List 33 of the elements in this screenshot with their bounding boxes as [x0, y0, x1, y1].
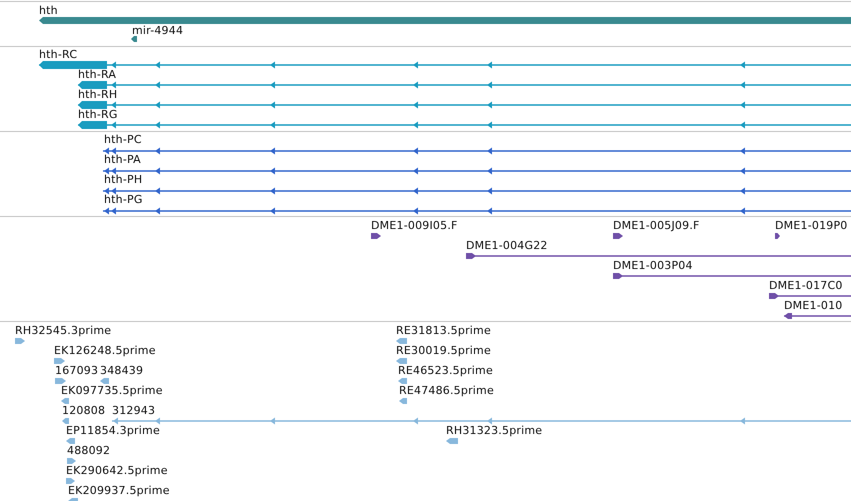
- feature-label: EK290642.5prime: [66, 464, 168, 477]
- feature-label: DME1-019P0: [775, 219, 848, 232]
- feature-label: hth-RG: [78, 108, 118, 121]
- feature-label: RE31813.5prime: [396, 324, 491, 337]
- feature-label: DME1-010: [784, 299, 842, 312]
- feature-label: DME1-017C0: [769, 279, 843, 292]
- feature-label: 167093: [55, 364, 98, 377]
- feature-label: hth-PA: [104, 153, 141, 166]
- feature-label: hth: [39, 4, 58, 17]
- feature-label: DME1-005J09.F: [613, 219, 700, 232]
- feature-label: hth-PG: [104, 193, 143, 206]
- feature-label: hth-RA: [78, 68, 116, 81]
- feature-label: hth-PC: [104, 133, 142, 146]
- feature-label: RE47486.5prime: [399, 384, 494, 397]
- feature-label: hth-RC: [39, 48, 78, 61]
- feature-label: EK209937.5prime: [68, 484, 170, 497]
- feature-label: EP11854.3prime: [66, 424, 160, 437]
- feature-label: RE46523.5prime: [398, 364, 493, 377]
- feature-label: hth-PH: [104, 173, 142, 186]
- feature-label: mir-4944: [132, 24, 184, 37]
- feature-label: RH32545.3prime: [15, 324, 112, 337]
- feature-label: 120808: [62, 404, 106, 417]
- feature-label: RE30019.5prime: [396, 344, 491, 357]
- feature-label: 488092: [67, 444, 110, 457]
- feature-label: EK126248.5prime: [54, 344, 156, 357]
- feature-label: RH31323.5prime: [446, 424, 542, 437]
- feature-label: DME1-004G22: [466, 239, 548, 252]
- feature-label: DME1-003P04: [613, 259, 693, 272]
- feature-label: 312943: [112, 404, 156, 417]
- feature-label: hth-RH: [78, 88, 118, 101]
- feature-label: 348439: [100, 364, 144, 377]
- feature-label: EK097735.5prime: [61, 384, 163, 397]
- feature-label: DME1-009I05.F: [371, 219, 458, 232]
